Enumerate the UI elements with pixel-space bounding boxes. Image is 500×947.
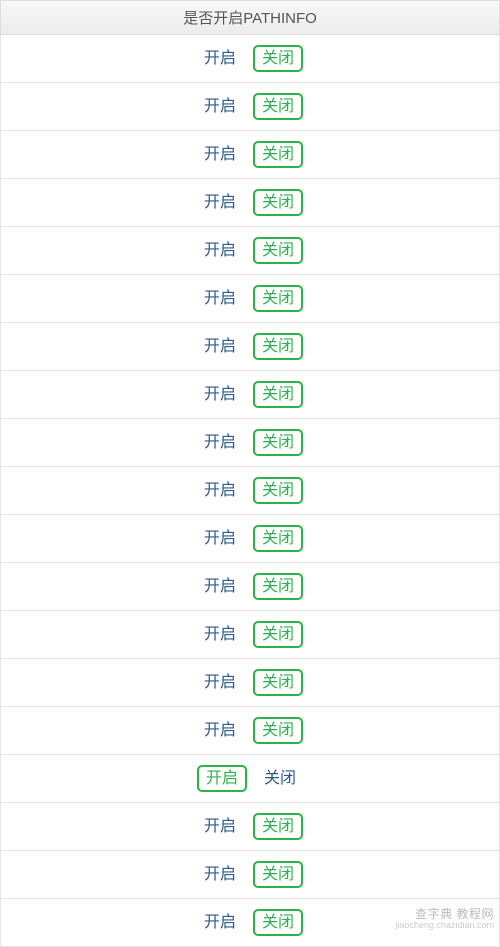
toggle-on-option[interactable]: 开启	[197, 383, 243, 406]
table-row: 开启关闭	[0, 371, 500, 419]
toggle-on-option[interactable]: 开启	[197, 479, 243, 502]
toggle-off-option[interactable]: 关闭	[253, 813, 303, 840]
toggle-off-option[interactable]: 关闭	[253, 333, 303, 360]
table-row: 开启关闭	[0, 707, 500, 755]
table-row: 开启关闭	[0, 467, 500, 515]
toggle-on-option[interactable]: 开启	[197, 575, 243, 598]
column-header-text: 是否开启PATHINFO	[183, 10, 317, 27]
table-row: 开启关闭	[0, 563, 500, 611]
toggle-off-option[interactable]: 关闭	[253, 189, 303, 216]
toggle-off-option[interactable]: 关闭	[253, 381, 303, 408]
table-row: 开启关闭	[0, 227, 500, 275]
toggle-off-option[interactable]: 关闭	[253, 525, 303, 552]
column-header: 是否开启PATHINFO	[0, 0, 500, 35]
toggle-on-option[interactable]: 开启	[197, 719, 243, 742]
table-row: 开启关闭	[0, 611, 500, 659]
table-row: 开启关闭	[0, 851, 500, 899]
toggle-on-option[interactable]: 开启	[197, 911, 243, 934]
toggle-off-option[interactable]: 关闭	[257, 767, 303, 790]
toggle-on-option[interactable]: 开启	[197, 95, 243, 118]
toggle-off-option[interactable]: 关闭	[253, 429, 303, 456]
toggle-on-option[interactable]: 开启	[197, 671, 243, 694]
table-row: 开启关闭	[0, 179, 500, 227]
table-row: 开启关闭	[0, 515, 500, 563]
toggle-off-option[interactable]: 关闭	[253, 669, 303, 696]
toggle-off-option[interactable]: 关闭	[253, 237, 303, 264]
toggle-on-option[interactable]: 开启	[197, 335, 243, 358]
toggle-on-option[interactable]: 开启	[197, 815, 243, 838]
table-row: 开启关闭	[0, 419, 500, 467]
toggle-off-option[interactable]: 关闭	[253, 717, 303, 744]
toggle-on-option[interactable]: 开启	[197, 863, 243, 886]
table-row: 开启关闭	[0, 803, 500, 851]
toggle-off-option[interactable]: 关闭	[253, 573, 303, 600]
toggle-off-option[interactable]: 关闭	[253, 141, 303, 168]
toggle-off-option[interactable]: 关闭	[253, 477, 303, 504]
toggle-on-option[interactable]: 开启	[197, 431, 243, 454]
table-row: 开启关闭	[0, 35, 500, 83]
toggle-on-option[interactable]: 开启	[197, 527, 243, 550]
table-row: 开启关闭	[0, 131, 500, 179]
toggle-on-option[interactable]: 开启	[197, 765, 247, 792]
toggle-off-option[interactable]: 关闭	[253, 45, 303, 72]
toggle-on-option[interactable]: 开启	[197, 239, 243, 262]
table-row: 开启关闭	[0, 275, 500, 323]
toggle-off-option[interactable]: 关闭	[253, 909, 303, 936]
table-row: 开启关闭	[0, 899, 500, 947]
toggle-on-option[interactable]: 开启	[197, 287, 243, 310]
toggle-off-option[interactable]: 关闭	[253, 621, 303, 648]
toggle-on-option[interactable]: 开启	[197, 47, 243, 70]
table-row: 开启关闭	[0, 323, 500, 371]
rows-container: 开启关闭开启关闭开启关闭开启关闭开启关闭开启关闭开启关闭开启关闭开启关闭开启关闭…	[0, 35, 500, 947]
toggle-off-option[interactable]: 关闭	[253, 93, 303, 120]
toggle-off-option[interactable]: 关闭	[253, 861, 303, 888]
toggle-on-option[interactable]: 开启	[197, 143, 243, 166]
table-row: 开启关闭	[0, 755, 500, 803]
table-row: 开启关闭	[0, 659, 500, 707]
table-row: 开启关闭	[0, 83, 500, 131]
toggle-off-option[interactable]: 关闭	[253, 285, 303, 312]
toggle-on-option[interactable]: 开启	[197, 623, 243, 646]
toggle-on-option[interactable]: 开启	[197, 191, 243, 214]
